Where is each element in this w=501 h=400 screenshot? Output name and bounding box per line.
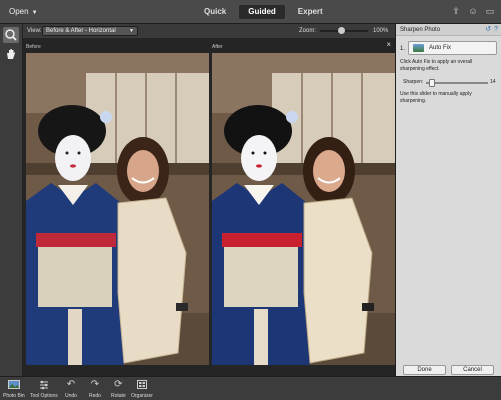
sharpen-slider[interactable] — [426, 79, 488, 87]
chevron-down-icon: ▼ — [31, 10, 38, 16]
panel-header-icons: ↺ ? — [485, 26, 498, 34]
redo-icon: ↷ — [90, 379, 100, 390]
auto-fix-label: Auto Fix — [429, 45, 452, 51]
top-icons: ⇪ ☺ ▭ — [451, 6, 495, 16]
panel-title: Sharpen Photo — [400, 27, 441, 33]
mode-tabs: Quick Guided Expert — [195, 5, 332, 19]
view-label: View: — [27, 28, 42, 34]
tool-options-icon — [30, 379, 58, 391]
rotate-button[interactable]: ⟳ Rotate — [111, 379, 126, 399]
rotate-icon: ⟳ — [114, 379, 123, 390]
tab-quick[interactable]: Quick — [195, 5, 235, 19]
share-icon[interactable]: ⇪ — [451, 6, 461, 16]
top-bar: Open ▼ Quick Guided Expert ⇪ ☺ ▭ — [0, 0, 501, 24]
tool-options-button[interactable]: Tool Options — [30, 379, 58, 399]
auto-fix-button[interactable]: Auto Fix — [408, 41, 497, 55]
step-number: 1. — [400, 46, 406, 52]
canvas-area: Before After × — [23, 38, 395, 376]
tool-strip — [0, 24, 23, 376]
zoom-slider-thumb[interactable] — [338, 27, 346, 34]
sharpen-label: Sharpen: — [403, 79, 424, 85]
done-button[interactable]: Done — [403, 365, 446, 375]
chevron-down-icon: ▼ — [129, 28, 134, 34]
undo-button[interactable]: ↶ Undo — [65, 379, 77, 399]
auto-fix-help: Click Auto Fix to apply an overall sharp… — [400, 59, 473, 72]
reset-icon[interactable]: ↺ — [485, 26, 491, 34]
slider-help: Use this slider to manually apply sharpe… — [400, 91, 472, 104]
view-select[interactable]: Before & After - Horizontal ▼ — [42, 26, 138, 36]
open-label: Open — [9, 7, 29, 16]
before-label: Before — [26, 44, 41, 50]
undo-label: Undo — [65, 393, 77, 399]
close-icon[interactable]: × — [386, 40, 391, 49]
hand-tool-icon[interactable] — [3, 46, 19, 62]
sharpen-slider-thumb[interactable] — [428, 79, 435, 87]
sharpen-value: 14 — [490, 79, 496, 85]
zoom-slider[interactable] — [320, 27, 368, 34]
bottom-bar: Photo Bin Tool Options ↶ Undo ↷ Redo ⟳ R… — [0, 376, 501, 400]
rotate-label: Rotate — [111, 393, 126, 399]
before-photo[interactable] — [26, 53, 209, 365]
view-select-value: Before & After - Horizontal — [46, 28, 116, 34]
tool-options-label: Tool Options — [30, 393, 58, 399]
options-bar: View: Before & After - Horizontal ▼ Zoom… — [23, 24, 395, 38]
photo-icon — [413, 44, 424, 52]
sharpen-panel: Sharpen Photo ↺ ? 1. Auto Fix Click Auto… — [395, 24, 501, 376]
after-photo[interactable] — [212, 53, 395, 365]
help-icon[interactable]: ? — [494, 26, 498, 34]
photo-bin-icon — [3, 379, 25, 391]
photo-bin-button[interactable]: Photo Bin — [3, 379, 25, 399]
help-icon[interactable]: ☺ — [468, 6, 478, 16]
organizer-icon — [131, 379, 153, 391]
undo-icon: ↶ — [66, 379, 76, 390]
zoom-label: Zoom: — [299, 28, 317, 34]
after-label: After — [212, 44, 223, 50]
redo-button[interactable]: ↷ Redo — [89, 379, 101, 399]
organizer-button[interactable]: Organizer — [131, 379, 153, 399]
redo-label: Redo — [89, 393, 101, 399]
cancel-button[interactable]: Cancel — [451, 365, 494, 375]
window-icon[interactable]: ▭ — [485, 6, 495, 16]
tab-guided[interactable]: Guided — [239, 5, 285, 19]
open-button[interactable]: Open ▼ — [4, 5, 43, 19]
organizer-label: Organizer — [131, 393, 153, 399]
zoom-value: 100% — [373, 28, 389, 34]
tab-expert[interactable]: Expert — [289, 5, 332, 19]
zoom-tool-icon[interactable] — [3, 27, 19, 43]
photo-bin-label: Photo Bin — [3, 393, 25, 399]
